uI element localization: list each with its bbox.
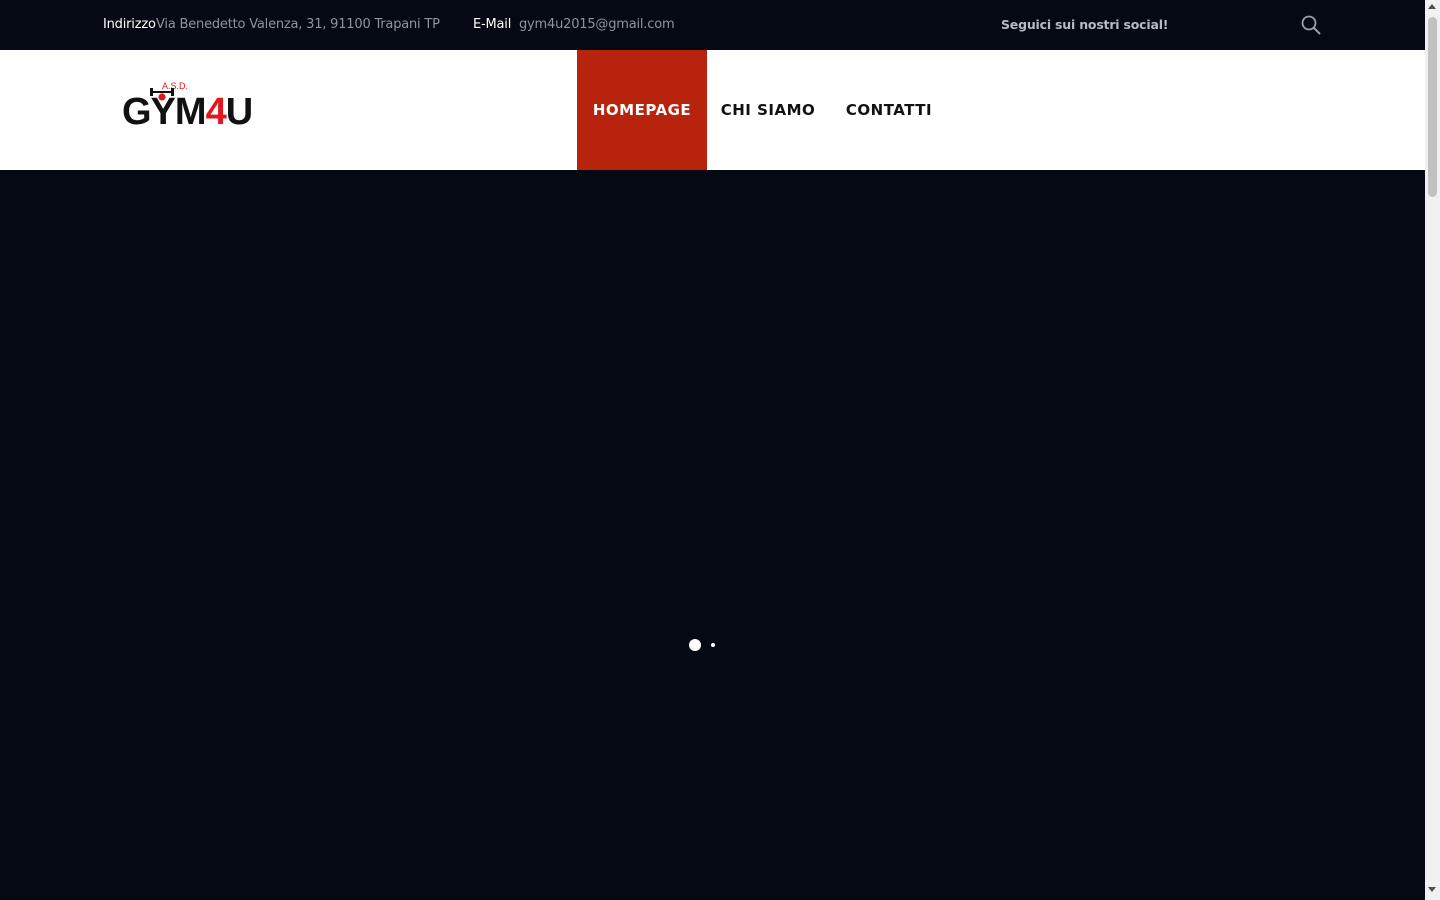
address-value: Via Benedetto Valenza, 31, 91100 Trapani… [156, 17, 440, 32]
nav-item-homepage[interactable]: HOMEPAGE [577, 50, 707, 170]
email-link[interactable]: gym4u2015@gmail.com [519, 16, 675, 34]
slider-dot[interactable] [711, 643, 715, 647]
site-logo[interactable]: A.S.D. GYM4U [122, 78, 258, 144]
email-label: E-Mail [473, 17, 512, 32]
nav-item-label: CONTATTI [845, 101, 933, 119]
scroll-up-arrow-icon[interactable] [1428, 4, 1436, 9]
nav-item-label: CHI SIAMO [720, 101, 816, 119]
site-header: A.S.D. GYM4U HOMEPAGE CHI SIAMO CONTATTI [0, 50, 1425, 170]
slider-dot-active[interactable] [689, 639, 701, 651]
logo-text-right: U [226, 91, 252, 133]
social-follow-text: Seguici sui nostri social! [1001, 17, 1169, 32]
search-icon [1301, 15, 1321, 35]
logo-top-text: A.S.D. [162, 81, 188, 91]
nav-item-contatti[interactable]: CONTATTI [829, 50, 949, 170]
page-scrollbar[interactable] [1425, 0, 1440, 900]
scroll-down-arrow-icon[interactable] [1428, 887, 1436, 892]
logo-text-left: GYM [122, 91, 206, 133]
nav-item-chi-siamo[interactable]: CHI SIAMO [707, 50, 829, 170]
gym4u-logo: A.S.D. GYM4U [122, 81, 253, 133]
address-label: Indirizzo [103, 17, 156, 32]
logo-text-accent: 4 [206, 91, 227, 133]
nav-item-label: HOMEPAGE [592, 101, 692, 119]
scrollbar-thumb[interactable] [1428, 17, 1437, 197]
top-bar: Indirizzo Via Benedetto Valenza, 31, 911… [0, 0, 1425, 50]
svg-text:GYM4U: GYM4U [122, 91, 252, 133]
hero-slider [0, 170, 1425, 900]
search-button[interactable] [1300, 14, 1322, 36]
